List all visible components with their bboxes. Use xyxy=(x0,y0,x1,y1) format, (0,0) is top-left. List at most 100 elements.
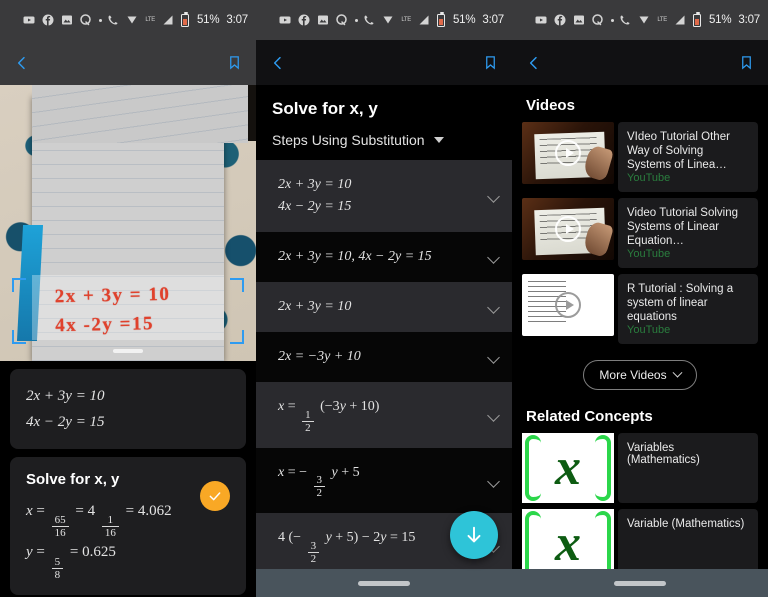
y-fraction-numerator: 5 xyxy=(54,555,61,568)
crop-corner-bottom-right[interactable] xyxy=(230,330,244,344)
more-videos-button[interactable]: More Videos xyxy=(583,360,697,390)
y-fraction: 5 8 xyxy=(51,555,64,581)
signal-bars-icon xyxy=(419,15,429,25)
video-list-item[interactable]: R Tutorial : Solving a system of linear … xyxy=(522,274,758,344)
youtube-icon xyxy=(535,16,547,24)
system-nav-bar xyxy=(512,569,768,597)
three-halves-fraction: 3 2 xyxy=(313,474,326,499)
problem-card[interactable]: 2x + 3y = 10 4x − 2y = 15 xyxy=(10,369,246,449)
step-expression: 4 (− 3 2 y + 5) − 2y = 15 xyxy=(278,527,415,565)
step-tail: + 5) − 2y = 15 xyxy=(335,530,416,546)
facebook-icon xyxy=(42,14,54,26)
bookmark-icon[interactable] xyxy=(739,55,754,70)
handwritten-line-1: 2x + 3y = 10 xyxy=(54,283,171,308)
crop-corner-top-left[interactable] xyxy=(12,278,26,292)
image-icon xyxy=(62,15,73,25)
equals-sign-2: = xyxy=(75,503,88,519)
status-bar-notification-icons xyxy=(279,14,359,26)
step-row[interactable]: 2x + 3y = 10 xyxy=(256,282,512,332)
caret-down-icon xyxy=(433,137,444,143)
battery-percent-label: 51% xyxy=(708,14,732,26)
step-expression: 2x + 3y = 10 xyxy=(278,299,352,314)
video-thumbnail[interactable] xyxy=(522,122,614,184)
clock-label: 3:07 xyxy=(738,14,760,26)
y-decimal-value: 0.625 xyxy=(82,544,116,561)
method-label: Steps Using Substitution xyxy=(272,132,425,148)
youtube-icon xyxy=(23,16,35,24)
battery-percent-label: 51% xyxy=(452,14,476,26)
step-row[interactable]: 2x + 3y = 10 4x − 2y = 15 xyxy=(256,160,512,232)
x-fraction: 65 16 xyxy=(51,514,69,539)
app-bar xyxy=(512,40,768,85)
video-meta[interactable]: Video Tutorial Solving Systems of Linear… xyxy=(618,198,758,268)
back-chevron-icon[interactable] xyxy=(526,55,542,71)
step-var-y: y xyxy=(331,464,338,480)
step-coefficient: 4 (− xyxy=(278,530,302,546)
video-meta[interactable]: VIdeo Tutorial Other Way of Solving Syst… xyxy=(618,122,758,192)
download-arrow-icon[interactable] xyxy=(450,511,498,559)
video-title: Video Tutorial Solving Systems of Linear… xyxy=(627,207,739,247)
crop-corner-top-right[interactable] xyxy=(230,278,244,292)
app-bar xyxy=(256,40,512,85)
video-meta[interactable]: R Tutorial : Solving a system of linear … xyxy=(618,274,758,344)
x-mixed-numerator: 1 xyxy=(107,514,114,527)
numerator: 3 xyxy=(316,474,323,487)
step-row[interactable]: x = 1 2 (−3y + 10) xyxy=(256,382,512,448)
handwritten-equations: 2x + 3y = 10 4x -2y =15 xyxy=(54,280,171,340)
chevron-down-icon[interactable] xyxy=(487,474,500,488)
play-icon[interactable] xyxy=(555,140,581,166)
vpn-key-icon xyxy=(639,16,649,24)
video-list-item[interactable]: VIdeo Tutorial Other Way of Solving Syst… xyxy=(522,122,758,192)
play-icon[interactable] xyxy=(555,292,581,318)
back-chevron-icon[interactable] xyxy=(270,55,286,71)
step-row[interactable]: 2x = −3y + 10 xyxy=(256,332,512,382)
back-chevron-icon[interactable] xyxy=(14,55,30,71)
check-circle-icon[interactable] xyxy=(200,481,230,511)
crop-corner-bottom-left[interactable] xyxy=(12,330,26,344)
resources-panel: LTE 51% 3:07 Videos VIdeo Tutorial Other… xyxy=(512,0,768,597)
eq-sign: = xyxy=(287,399,300,414)
home-pill[interactable] xyxy=(358,580,410,586)
play-icon[interactable] xyxy=(555,216,581,242)
vpn-key-icon xyxy=(383,16,393,24)
chevron-down-icon[interactable] xyxy=(487,190,500,203)
video-thumbnail[interactable] xyxy=(522,274,614,336)
video-thumbnail[interactable] xyxy=(522,198,614,260)
problem-line-1: 2x + 3y = 10 xyxy=(26,388,105,404)
home-pill[interactable] xyxy=(614,580,666,586)
video-list-item[interactable]: Video Tutorial Solving Systems of Linear… xyxy=(522,198,758,268)
equals-sign: = xyxy=(36,503,49,519)
camera-preview[interactable]: 2x + 3y = 10 4x -2y =15 xyxy=(0,85,256,361)
steps-header: Solve for x, y Steps Using Substitution xyxy=(256,85,512,160)
step-var: x xyxy=(278,464,285,480)
steps-list[interactable]: 2x + 3y = 10 4x − 2y = 15 2x + 3y = 10, … xyxy=(256,160,512,569)
concept-list-item[interactable]: x Variable (Mathematics) xyxy=(522,509,758,569)
bookmark-icon[interactable] xyxy=(227,55,242,70)
chevron-down-icon[interactable] xyxy=(487,408,500,422)
chevron-down-icon[interactable] xyxy=(487,351,500,364)
step-constant: + 5 xyxy=(341,464,360,480)
chevron-down-icon[interactable] xyxy=(487,301,500,314)
concept-thumbnail[interactable]: x xyxy=(522,433,614,503)
bookmark-icon[interactable] xyxy=(483,55,498,70)
concept-thumbnail[interactable]: x xyxy=(522,509,614,569)
video-source: YouTube xyxy=(627,324,671,336)
brace-left-shape xyxy=(525,435,541,501)
chevron-down-icon[interactable] xyxy=(487,251,500,264)
step-row[interactable]: 2x + 3y = 10, 4x − 2y = 15 xyxy=(256,232,512,282)
method-selector[interactable]: Steps Using Substitution xyxy=(272,132,496,148)
resources-scroll[interactable]: Videos VIdeo Tutorial Other Way of Solvi… xyxy=(512,85,768,569)
equals-sign-3: = xyxy=(125,503,138,519)
page-title: Solve for x, y xyxy=(272,99,378,118)
image-icon xyxy=(574,15,585,25)
solution-card[interactable]: Solve for x, y x = 65 16 = 4 1 16 = 4.06… xyxy=(10,457,246,595)
bottom-sheet-handle[interactable] xyxy=(113,349,143,353)
step-expression: x = − 3 2 y + 5 xyxy=(278,462,360,500)
steps-panel: LTE 51% 3:07 Solve for x, y Steps Using … xyxy=(256,0,512,597)
brace-right-shape xyxy=(595,435,611,501)
eq-sign: = − xyxy=(287,464,308,480)
step-row[interactable]: x = − 3 2 y + 5 xyxy=(256,447,512,514)
concept-list-item[interactable]: x Variables (Mathematics) xyxy=(522,433,758,503)
quora-icon xyxy=(336,14,348,26)
x-mixed-fraction: 1 16 xyxy=(101,514,119,539)
